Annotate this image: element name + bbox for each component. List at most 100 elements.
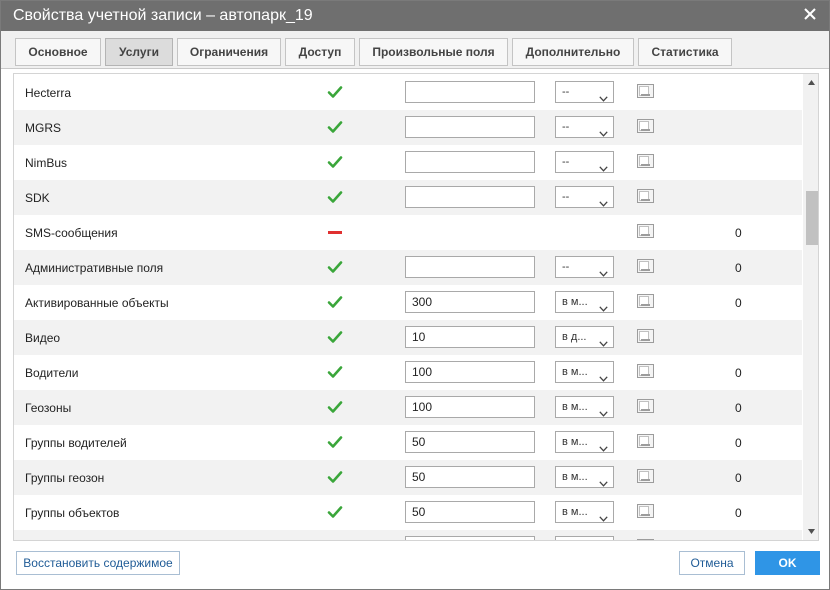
usage-count: 0	[735, 261, 742, 275]
table-row: MGRS --	[14, 110, 802, 145]
period-select[interactable]: в м...	[555, 466, 614, 488]
period-select-value: в м...	[562, 366, 588, 378]
info-box-icon[interactable]	[637, 539, 654, 540]
table-row: Видео в д...	[14, 320, 802, 355]
period-select[interactable]: --	[555, 151, 614, 173]
period-select-value: --	[562, 156, 570, 168]
info-box-icon[interactable]	[637, 469, 654, 483]
limit-input[interactable]	[405, 326, 535, 348]
limit-input[interactable]	[405, 396, 535, 418]
tab-statistics[interactable]: Статистика	[638, 38, 732, 66]
ok-button[interactable]: OK	[755, 551, 820, 575]
cancel-button[interactable]: Отмена	[679, 551, 745, 575]
info-box-icon[interactable]	[637, 259, 654, 273]
limit-input[interactable]	[405, 151, 535, 173]
usage-count: 0	[735, 436, 742, 450]
period-select-value: в д...	[562, 331, 587, 343]
arrow-up-icon[interactable]	[803, 74, 818, 91]
title-bar[interactable]: Свойства учетной записи – автопарк_19	[1, 1, 829, 31]
limit-input[interactable]	[405, 186, 535, 208]
chevron-down-icon	[599, 159, 608, 172]
service-name: Активированные объекты	[25, 296, 169, 310]
table-row: Группы водителей в м... 0	[14, 425, 802, 460]
dialog-title: Свойства учетной записи – автопарк_19	[13, 7, 313, 24]
limit-input[interactable]	[405, 361, 535, 383]
info-box-icon[interactable]	[637, 434, 654, 448]
info-box-icon[interactable]	[637, 189, 654, 203]
check-icon	[327, 295, 343, 309]
chevron-down-icon	[599, 404, 608, 417]
period-select[interactable]: в м...	[555, 396, 614, 418]
arrow-down-icon[interactable]	[803, 523, 818, 540]
usage-count: 0	[735, 471, 742, 485]
chevron-down-icon	[599, 509, 608, 522]
chevron-down-icon	[599, 439, 608, 452]
period-select[interactable]: --	[555, 81, 614, 103]
usage-count: 0	[735, 226, 742, 240]
period-select[interactable]: в м...	[555, 501, 614, 523]
period-select[interactable]: в м...	[555, 431, 614, 453]
check-icon	[327, 85, 343, 99]
limit-input[interactable]	[405, 256, 535, 278]
period-select-value: --	[562, 191, 570, 203]
period-select[interactable]: в м...	[555, 291, 614, 313]
scrollbar-thumb[interactable]	[806, 191, 818, 245]
restore-content-button[interactable]: Восстановить содержимое	[16, 551, 180, 575]
check-icon	[327, 365, 343, 379]
table-row: Hecterra --	[14, 75, 802, 110]
chevron-down-icon	[599, 89, 608, 102]
period-select[interactable]	[555, 536, 614, 540]
vertical-scrollbar[interactable]	[803, 74, 818, 540]
service-name: Hecterra	[25, 86, 72, 100]
table-row: Административные поля -- 0	[14, 250, 802, 285]
period-select-value: --	[562, 86, 570, 98]
period-select[interactable]: в м...	[555, 361, 614, 383]
info-box-icon[interactable]	[637, 224, 654, 238]
period-select-value: --	[562, 121, 570, 133]
info-box-icon[interactable]	[637, 364, 654, 378]
chevron-down-icon	[599, 299, 608, 312]
limit-input[interactable]	[405, 466, 535, 488]
info-box-icon[interactable]	[637, 84, 654, 98]
period-select[interactable]: в д...	[555, 326, 614, 348]
info-box-icon[interactable]	[637, 294, 654, 308]
table-row: Активированные объекты в м... 0	[14, 285, 802, 320]
tab-additional[interactable]: Дополнительно	[512, 38, 634, 66]
period-select[interactable]: --	[555, 116, 614, 138]
service-name: Административные поля	[25, 261, 164, 275]
check-icon	[327, 400, 343, 414]
info-box-icon[interactable]	[637, 154, 654, 168]
chevron-down-icon	[599, 264, 608, 277]
account-properties-dialog: Свойства учетной записи – автопарк_19 Ос…	[0, 0, 830, 590]
tab-custom-fields[interactable]: Произвольные поля	[359, 38, 508, 66]
services-panel: Hecterra -- MGRS -- NimBus -- SDK -- SMS-сообщен…	[13, 73, 819, 541]
check-icon	[327, 260, 343, 274]
check-icon	[327, 330, 343, 344]
info-box-icon[interactable]	[637, 119, 654, 133]
tab-services[interactable]: Услуги	[105, 38, 173, 66]
info-box-icon[interactable]	[637, 399, 654, 413]
period-select[interactable]: --	[555, 186, 614, 208]
service-name: MGRS	[25, 121, 61, 135]
limit-input[interactable]	[405, 536, 535, 540]
close-icon[interactable]	[803, 7, 817, 21]
tab-limits[interactable]: Ограничения	[177, 38, 281, 66]
service-name: Водители	[25, 366, 79, 380]
period-select[interactable]: --	[555, 256, 614, 278]
limit-input[interactable]	[405, 116, 535, 138]
tab-general[interactable]: Основное	[15, 38, 101, 66]
tab-access[interactable]: Доступ	[285, 38, 355, 66]
info-box-icon[interactable]	[637, 329, 654, 343]
check-icon	[327, 120, 343, 134]
limit-input[interactable]	[405, 431, 535, 453]
period-select-value: в м...	[562, 436, 588, 448]
dialog-footer: Восстановить содержимое Отмена OK	[1, 545, 829, 589]
service-name: Группы водителей	[25, 436, 127, 450]
chevron-down-icon	[599, 194, 608, 207]
limit-input[interactable]	[405, 501, 535, 523]
check-icon	[327, 190, 343, 204]
info-box-icon[interactable]	[637, 504, 654, 518]
limit-input[interactable]	[405, 291, 535, 313]
limit-input[interactable]	[405, 81, 535, 103]
service-name: Видео	[25, 331, 61, 345]
